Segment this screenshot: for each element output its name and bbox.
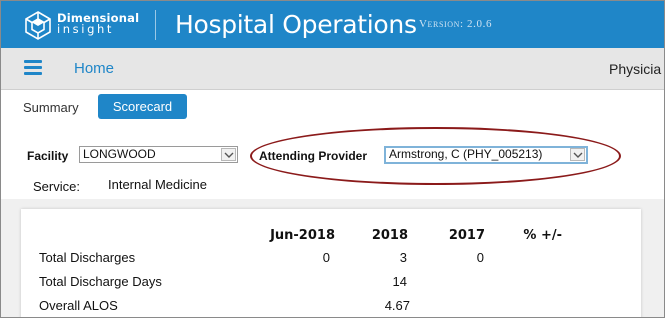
- hamburger-icon[interactable]: [24, 60, 42, 76]
- nav-physician-link[interactable]: Physicia: [609, 61, 661, 77]
- version-label: Version: 2.0.6: [419, 18, 493, 30]
- facility-select[interactable]: LONGWOOD: [79, 146, 238, 163]
- app-window: Dimensional insight Hospital Operations …: [0, 0, 665, 318]
- nav-bar: Home Physicia: [1, 48, 664, 90]
- brand-wordmark: Dimensional insight: [57, 12, 139, 36]
- tab-scorecard[interactable]: Scorecard: [98, 94, 187, 119]
- chevron-down-icon[interactable]: [221, 148, 236, 161]
- cell-total-discharges-2017: 0: [476, 250, 484, 265]
- column-header-2018: 2018: [371, 228, 408, 243]
- service-value: Internal Medicine: [108, 177, 207, 192]
- header-divider: [155, 10, 156, 40]
- column-header-2017: 2017: [448, 228, 485, 243]
- cell-overall-alos-2018: 4.67: [384, 298, 410, 313]
- app-title: Hospital Operations: [175, 10, 417, 39]
- service-label: Service:: [33, 179, 80, 194]
- tab-summary[interactable]: Summary: [23, 100, 79, 115]
- cell-total-discharges-jun-2018: 0: [322, 250, 330, 265]
- column-header-jun-2018: Jun-2018: [270, 228, 335, 243]
- column-header-pct-change: % +/-: [523, 228, 562, 243]
- nav-home-link[interactable]: Home: [74, 60, 114, 77]
- row-label-total-discharges: Total Discharges: [39, 250, 136, 265]
- highlight-annotation-oval: [250, 127, 621, 185]
- brand-line-2: insight: [57, 22, 114, 36]
- row-label-overall-alos: Overall ALOS: [39, 298, 118, 313]
- facility-select-value: LONGWOOD: [83, 147, 156, 161]
- app-header: Dimensional insight Hospital Operations …: [1, 1, 664, 48]
- cell-total-discharges-2018: 3: [399, 250, 407, 265]
- row-label-total-discharge-days: Total Discharge Days: [39, 274, 162, 289]
- cell-total-discharge-days-2018: 14: [392, 274, 407, 289]
- dimensional-insight-logo-icon: [25, 11, 51, 40]
- facility-label: Facility: [27, 149, 69, 163]
